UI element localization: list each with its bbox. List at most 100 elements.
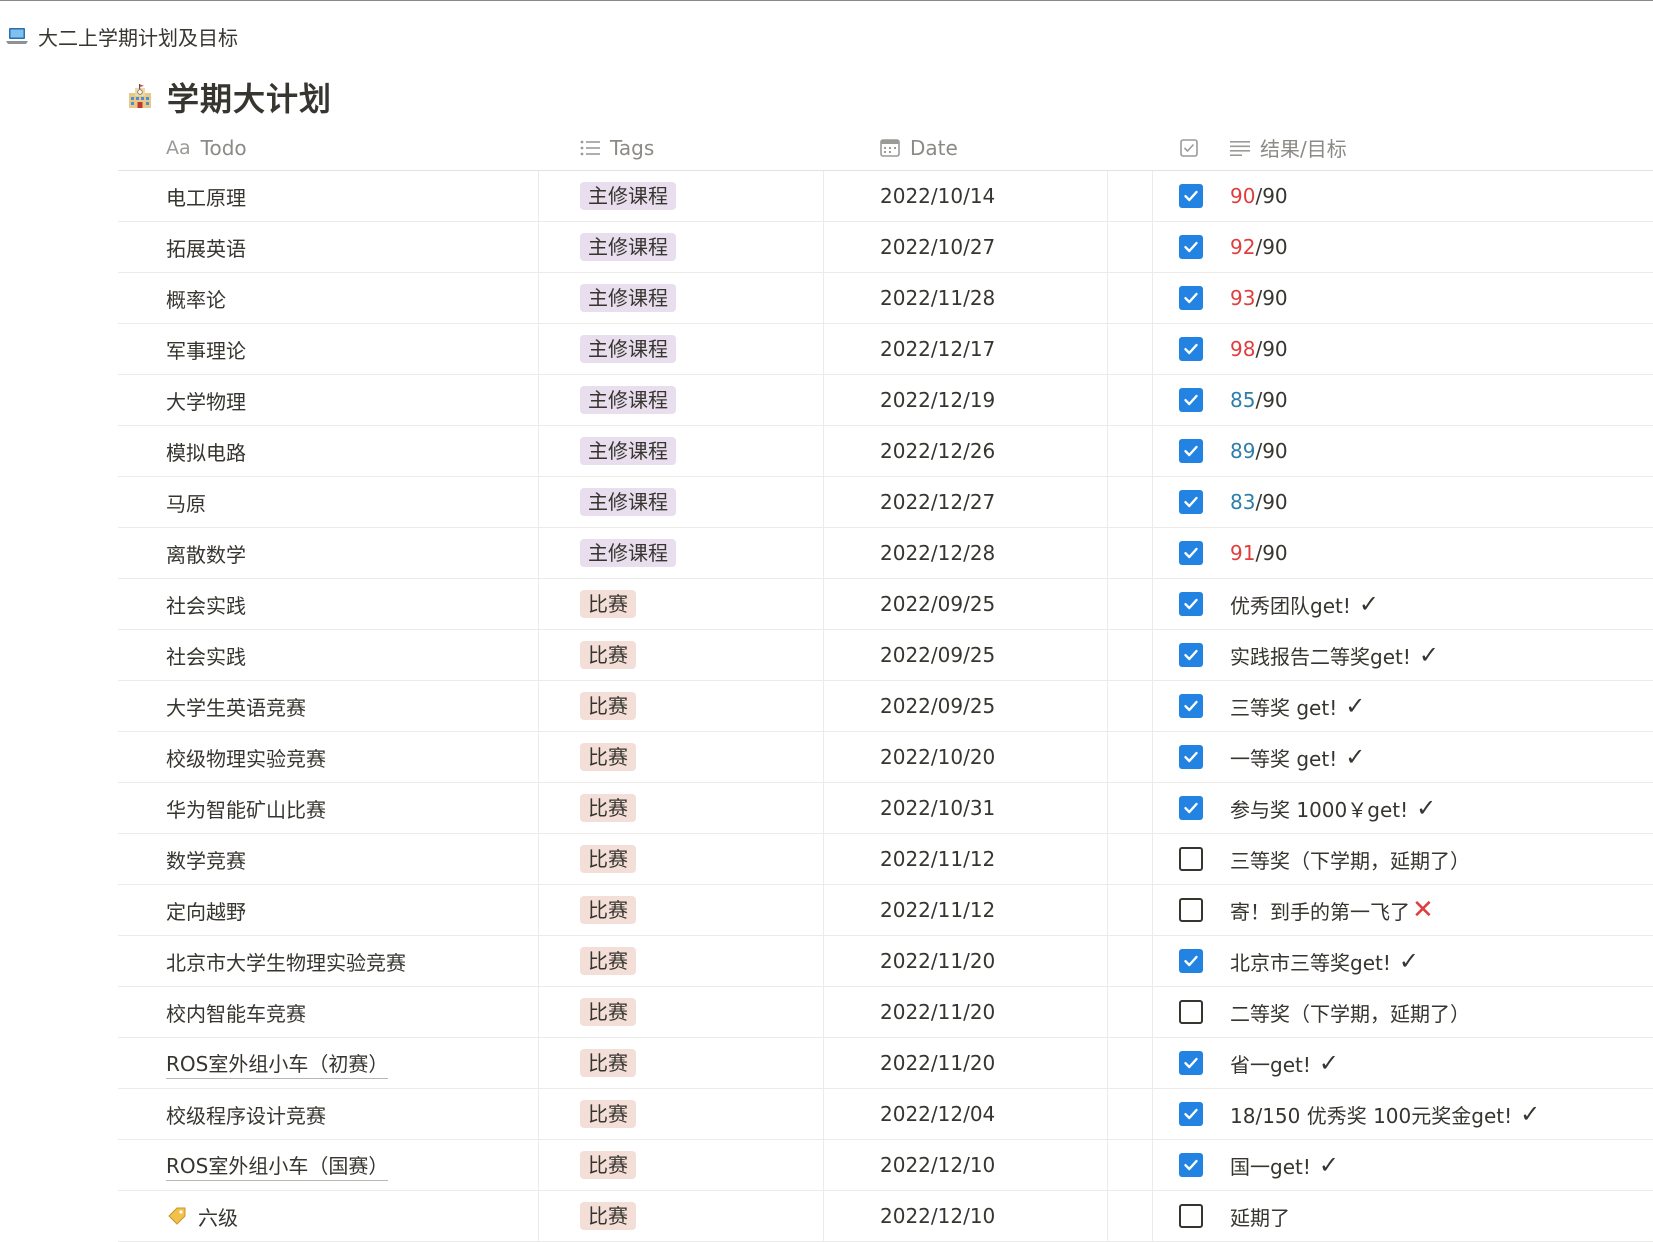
tags-cell[interactable]: 比赛 xyxy=(580,885,636,935)
result-cell[interactable]: 83/90 xyxy=(1230,477,1288,527)
todo-cell[interactable]: ROS室外组小车（国赛） xyxy=(166,1140,389,1190)
done-checkbox-cell[interactable] xyxy=(1179,273,1203,323)
table-row[interactable]: 校级物理实验竞赛 比赛 2022/10/20 一等奖 get! ✓ xyxy=(118,732,1653,783)
breadcrumb[interactable]: 大二上学期计划及目标 xyxy=(6,22,238,50)
tag-badge[interactable]: 主修课程 xyxy=(580,488,676,516)
tag-badge[interactable]: 比赛 xyxy=(580,692,636,720)
todo-title[interactable]: 模拟电路 xyxy=(166,437,246,466)
todo-title[interactable]: 大学物理 xyxy=(166,386,246,415)
todo-title[interactable]: 拓展英语 xyxy=(166,233,246,262)
todo-cell[interactable]: 电工原理 xyxy=(166,171,246,221)
unchecked-checkbox[interactable] xyxy=(1179,1204,1203,1228)
done-checkbox-cell[interactable] xyxy=(1179,1140,1203,1190)
tags-cell[interactable]: 比赛 xyxy=(580,630,636,680)
tag-badge[interactable]: 主修课程 xyxy=(580,437,676,465)
result-cell[interactable]: 92/90 xyxy=(1230,222,1288,272)
todo-cell[interactable]: 社会实践 xyxy=(166,630,246,680)
todo-title[interactable]: 定向越野 xyxy=(166,896,246,925)
table-row[interactable]: 拓展英语 主修课程 2022/10/27 92/90 xyxy=(118,222,1653,273)
tag-badge[interactable]: 比赛 xyxy=(580,1100,636,1128)
table-row[interactable]: 社会实践 比赛 2022/09/25 优秀团队get! ✓ xyxy=(118,579,1653,630)
column-header-tags[interactable]: Tags xyxy=(580,125,654,170)
tags-cell[interactable]: 比赛 xyxy=(580,579,636,629)
tags-cell[interactable]: 主修课程 xyxy=(580,171,676,221)
done-checkbox-cell[interactable] xyxy=(1179,324,1203,374)
result-cell[interactable]: 89/90 xyxy=(1230,426,1288,476)
todo-title[interactable]: ROS室外组小车（国赛） xyxy=(166,1150,389,1181)
date-cell[interactable]: 2022/11/12 xyxy=(880,885,995,935)
result-cell[interactable]: 93/90 xyxy=(1230,273,1288,323)
tag-badge[interactable]: 比赛 xyxy=(580,1049,636,1077)
done-checkbox-cell[interactable] xyxy=(1179,477,1203,527)
checked-checkbox[interactable] xyxy=(1179,388,1203,412)
result-cell[interactable]: 三等奖 get! ✓ xyxy=(1230,681,1365,731)
column-header-checkbox[interactable] xyxy=(1180,125,1208,170)
breadcrumb-page-label[interactable]: 大二上学期计划及目标 xyxy=(38,22,238,51)
todo-cell[interactable]: 华为智能矿山比赛 xyxy=(166,783,326,833)
table-row[interactable]: 数学竞赛 比赛 2022/11/12 三等奖（下学期，延期了） xyxy=(118,834,1653,885)
todo-title[interactable]: 社会实践 xyxy=(166,590,246,619)
table-row[interactable]: 北京市大学生物理实验竞赛 比赛 2022/11/20 北京市三等奖get! ✓ xyxy=(118,936,1653,987)
tag-badge[interactable]: 主修课程 xyxy=(580,233,676,261)
tags-cell[interactable]: 主修课程 xyxy=(580,426,676,476)
done-checkbox-cell[interactable] xyxy=(1179,834,1203,884)
date-cell[interactable]: 2022/12/17 xyxy=(880,324,995,374)
todo-cell[interactable]: 定向越野 xyxy=(166,885,246,935)
checked-checkbox[interactable] xyxy=(1179,796,1203,820)
date-cell[interactable]: 2022/12/27 xyxy=(880,477,995,527)
tags-cell[interactable]: 比赛 xyxy=(580,987,636,1037)
table-row[interactable]: 马原 主修课程 2022/12/27 83/90 xyxy=(118,477,1653,528)
todo-title[interactable]: 北京市大学生物理实验竞赛 xyxy=(166,947,406,976)
todo-cell[interactable]: 校级物理实验竞赛 xyxy=(166,732,326,782)
todo-cell[interactable]: 校级程序设计竞赛 xyxy=(166,1089,326,1139)
date-cell[interactable]: 2022/12/28 xyxy=(880,528,995,578)
date-cell[interactable]: 2022/09/25 xyxy=(880,681,995,731)
todo-title[interactable]: 华为智能矿山比赛 xyxy=(166,794,326,823)
done-checkbox-cell[interactable] xyxy=(1179,732,1203,782)
date-cell[interactable]: 2022/12/10 xyxy=(880,1140,995,1190)
result-cell[interactable]: 寄！到手的第一飞了 ✕ xyxy=(1230,885,1434,935)
done-checkbox-cell[interactable] xyxy=(1179,1089,1203,1139)
todo-cell[interactable]: 概率论 xyxy=(166,273,226,323)
checked-checkbox[interactable] xyxy=(1179,745,1203,769)
todo-cell[interactable]: 大学生英语竞赛 xyxy=(166,681,306,731)
done-checkbox-cell[interactable] xyxy=(1179,375,1203,425)
tags-cell[interactable]: 主修课程 xyxy=(580,528,676,578)
date-cell[interactable]: 2022/11/20 xyxy=(880,1038,995,1088)
result-cell[interactable]: 90/90 xyxy=(1230,171,1288,221)
date-cell[interactable]: 2022/10/14 xyxy=(880,171,995,221)
todo-title[interactable]: 数学竞赛 xyxy=(166,845,246,874)
table-row[interactable]: 离散数学 主修课程 2022/12/28 91/90 xyxy=(118,528,1653,579)
todo-title[interactable]: 概率论 xyxy=(166,284,226,313)
tags-cell[interactable]: 比赛 xyxy=(580,732,636,782)
tag-badge[interactable]: 主修课程 xyxy=(580,182,676,210)
date-cell[interactable]: 2022/11/20 xyxy=(880,987,995,1037)
todo-cell[interactable]: 大学物理 xyxy=(166,375,246,425)
tags-cell[interactable]: 比赛 xyxy=(580,936,636,986)
date-cell[interactable]: 2022/12/04 xyxy=(880,1089,995,1139)
todo-cell[interactable]: 模拟电路 xyxy=(166,426,246,476)
result-cell[interactable]: 91/90 xyxy=(1230,528,1288,578)
done-checkbox-cell[interactable] xyxy=(1179,783,1203,833)
tag-badge[interactable]: 比赛 xyxy=(580,947,636,975)
checked-checkbox[interactable] xyxy=(1179,1051,1203,1075)
table-row[interactable]: 定向越野 比赛 2022/11/12 寄！到手的第一飞了 ✕ xyxy=(118,885,1653,936)
checked-checkbox[interactable] xyxy=(1179,1102,1203,1126)
checked-checkbox[interactable] xyxy=(1179,694,1203,718)
todo-title[interactable]: 校级物理实验竞赛 xyxy=(166,743,326,772)
date-cell[interactable]: 2022/10/31 xyxy=(880,783,995,833)
tag-badge[interactable]: 比赛 xyxy=(580,896,636,924)
checked-checkbox[interactable] xyxy=(1179,1153,1203,1177)
tags-cell[interactable]: 主修课程 xyxy=(580,222,676,272)
checked-checkbox[interactable] xyxy=(1179,337,1203,361)
result-cell[interactable]: 优秀团队get! ✓ xyxy=(1230,579,1379,629)
date-cell[interactable]: 2022/11/28 xyxy=(880,273,995,323)
result-cell[interactable]: 实践报告二等奖get! ✓ xyxy=(1230,630,1439,680)
date-cell[interactable]: 2022/10/20 xyxy=(880,732,995,782)
column-header-result[interactable]: 结果/目标 xyxy=(1230,125,1347,170)
table-row[interactable]: 电工原理 主修课程 2022/10/14 90/90 xyxy=(118,171,1653,222)
table-row[interactable]: 社会实践 比赛 2022/09/25 实践报告二等奖get! ✓ xyxy=(118,630,1653,681)
result-cell[interactable]: 18/150 优秀奖 100元奖金get! ✓ xyxy=(1230,1089,1540,1139)
result-cell[interactable]: 三等奖（下学期，延期了） xyxy=(1230,834,1470,884)
checked-checkbox[interactable] xyxy=(1179,286,1203,310)
